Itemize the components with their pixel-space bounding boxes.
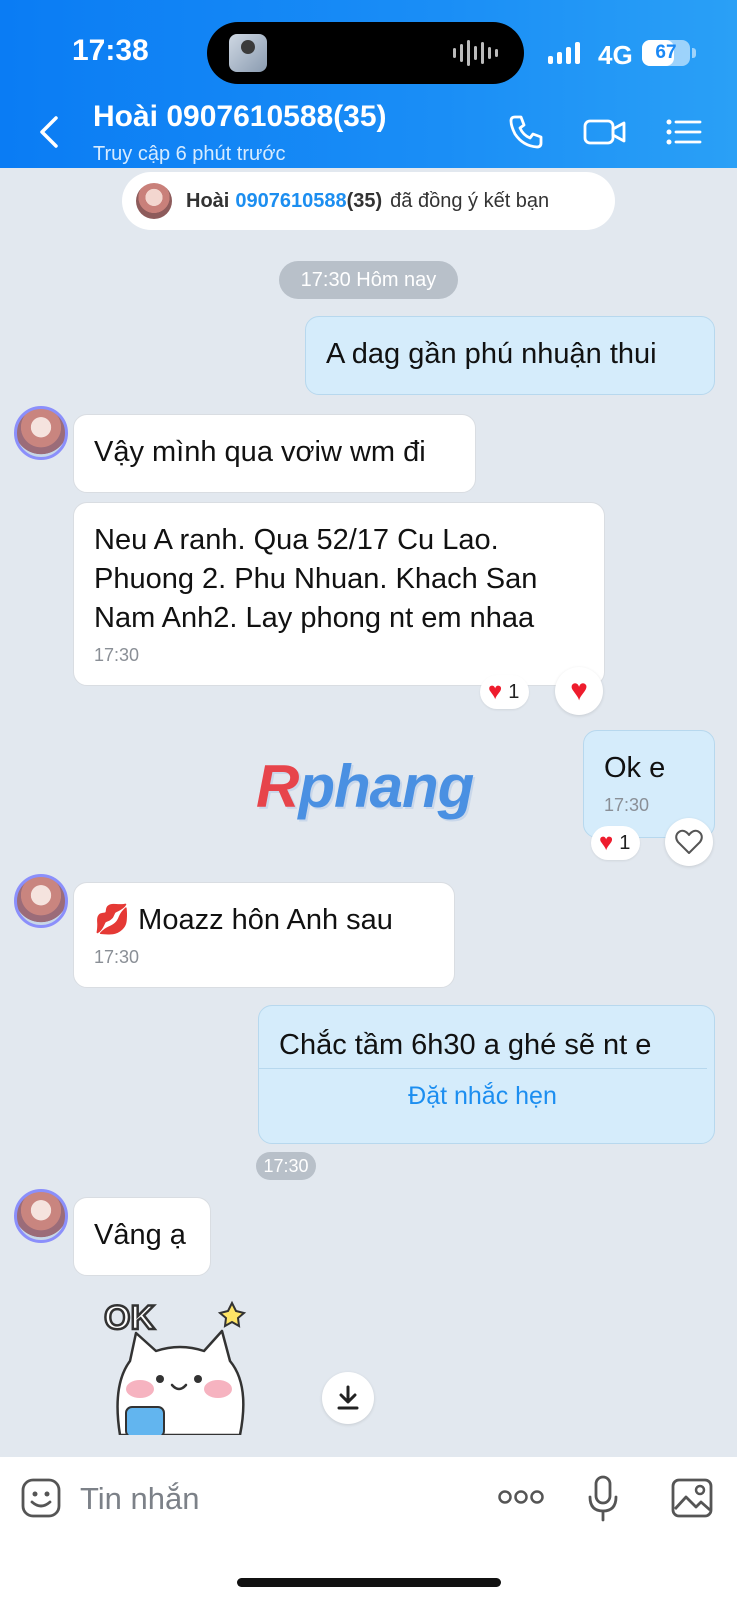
react-button[interactable] xyxy=(665,818,713,866)
message-time: 17:30 xyxy=(94,947,140,967)
heart-icon: ♥ xyxy=(488,678,503,705)
message-text: 💋 Moazz hôn Anh sau xyxy=(94,904,393,936)
status-time: 17:38 xyxy=(72,34,149,67)
signal-icon xyxy=(548,42,580,64)
watermark-logo: Rphang xyxy=(256,753,474,820)
time-separator: 17:30 Hôm nay xyxy=(279,261,458,299)
now-playing-thumbnail xyxy=(229,34,267,72)
message-bubble-incoming[interactable]: Neu A ranh. Qua 52/17 Cu Lao. Phuong 2. … xyxy=(73,502,605,686)
list-menu-icon[interactable] xyxy=(664,112,704,152)
home-indicator[interactable] xyxy=(237,1578,501,1587)
message-bubble-outgoing[interactable]: Chắc tầm 6h30 a ghé sẽ nt e xyxy=(258,1005,715,1144)
react-button[interactable]: ♥ xyxy=(555,667,603,715)
image-icon[interactable] xyxy=(670,1477,714,1519)
message-text: Chắc tầm 6h30 a ghé sẽ nt e xyxy=(279,1029,652,1061)
audio-waveform-icon xyxy=(453,40,498,66)
emoji-icon[interactable] xyxy=(20,1477,62,1519)
notice-name: Hoài xyxy=(186,189,230,212)
contact-name[interactable]: Hoài 0907610588(35) xyxy=(93,100,387,134)
battery-level: 67 xyxy=(655,42,677,63)
network-type: 4G xyxy=(598,40,633,70)
download-icon xyxy=(337,1385,359,1410)
chat-header: 17:38 4G 67 Hoài 0907610588(35) Truy cập… xyxy=(0,0,737,168)
message-text: Ok e xyxy=(604,752,666,784)
contact-avatar[interactable] xyxy=(14,874,68,928)
heart-icon: ♥ xyxy=(570,674,588,707)
back-chevron-icon[interactable] xyxy=(34,114,64,150)
message-time: 17:30 xyxy=(256,1152,316,1180)
reaction-count: 1 xyxy=(619,831,631,854)
contact-last-seen: Truy cập 6 phút trước xyxy=(93,143,286,165)
notice-phone-link[interactable]: 0907610588 xyxy=(235,190,346,213)
message-bubble-incoming[interactable]: Vậy mình qua vơiw wm đi xyxy=(73,414,476,493)
message-text: Vâng ạ xyxy=(94,1219,186,1251)
message-input[interactable]: Tin nhắn xyxy=(80,1481,200,1517)
heart-outline-icon xyxy=(675,829,703,854)
set-reminder-link[interactable]: Đặt nhắc hẹn xyxy=(258,1082,707,1111)
message-text: A dag gần phú nhuận thui xyxy=(326,338,657,370)
reaction-summary[interactable]: ♥ 1 xyxy=(480,675,530,709)
friend-accepted-notice: Hoài 0907610588 (35) đã đồng ý kết bạn xyxy=(122,172,615,230)
heart-icon: ♥ xyxy=(599,829,614,856)
ok-cat-sticker[interactable]: OK xyxy=(100,1285,280,1435)
reaction-count: 1 xyxy=(508,680,520,703)
download-button[interactable] xyxy=(322,1372,374,1424)
contact-avatar[interactable] xyxy=(14,406,68,460)
message-bubble-incoming[interactable]: 💋 Moazz hôn Anh sau 17:30 xyxy=(73,882,455,988)
more-dots-icon[interactable] xyxy=(497,1487,545,1507)
message-bubble-incoming[interactable]: Vâng ạ xyxy=(73,1197,211,1276)
message-text: Vậy mình qua vơiw wm đi xyxy=(94,436,426,468)
bubble-divider xyxy=(258,1068,707,1069)
notice-count: (35) xyxy=(346,189,383,212)
svg-text:OK: OK xyxy=(104,1299,155,1337)
message-input-bar: Tin nhắn xyxy=(0,1457,737,1600)
battery-tip xyxy=(692,48,696,58)
message-text: Neu A ranh. Qua 52/17 Cu Lao. Phuong 2. … xyxy=(94,524,538,634)
phone-icon[interactable] xyxy=(506,112,546,152)
message-time: 17:30 xyxy=(94,645,140,665)
video-camera-icon[interactable] xyxy=(582,112,628,152)
message-bubble-outgoing[interactable]: A dag gần phú nhuận thui xyxy=(305,316,715,395)
battery-icon: 67 xyxy=(642,40,690,66)
dynamic-island[interactable] xyxy=(207,22,524,84)
message-time: 17:30 xyxy=(604,795,650,815)
notice-text: đã đồng ý kết bạn xyxy=(390,189,550,212)
contact-avatar[interactable] xyxy=(14,1189,68,1243)
reaction-summary[interactable]: ♥ 1 xyxy=(591,826,641,860)
contact-avatar xyxy=(136,183,172,219)
microphone-icon[interactable] xyxy=(586,1475,620,1523)
